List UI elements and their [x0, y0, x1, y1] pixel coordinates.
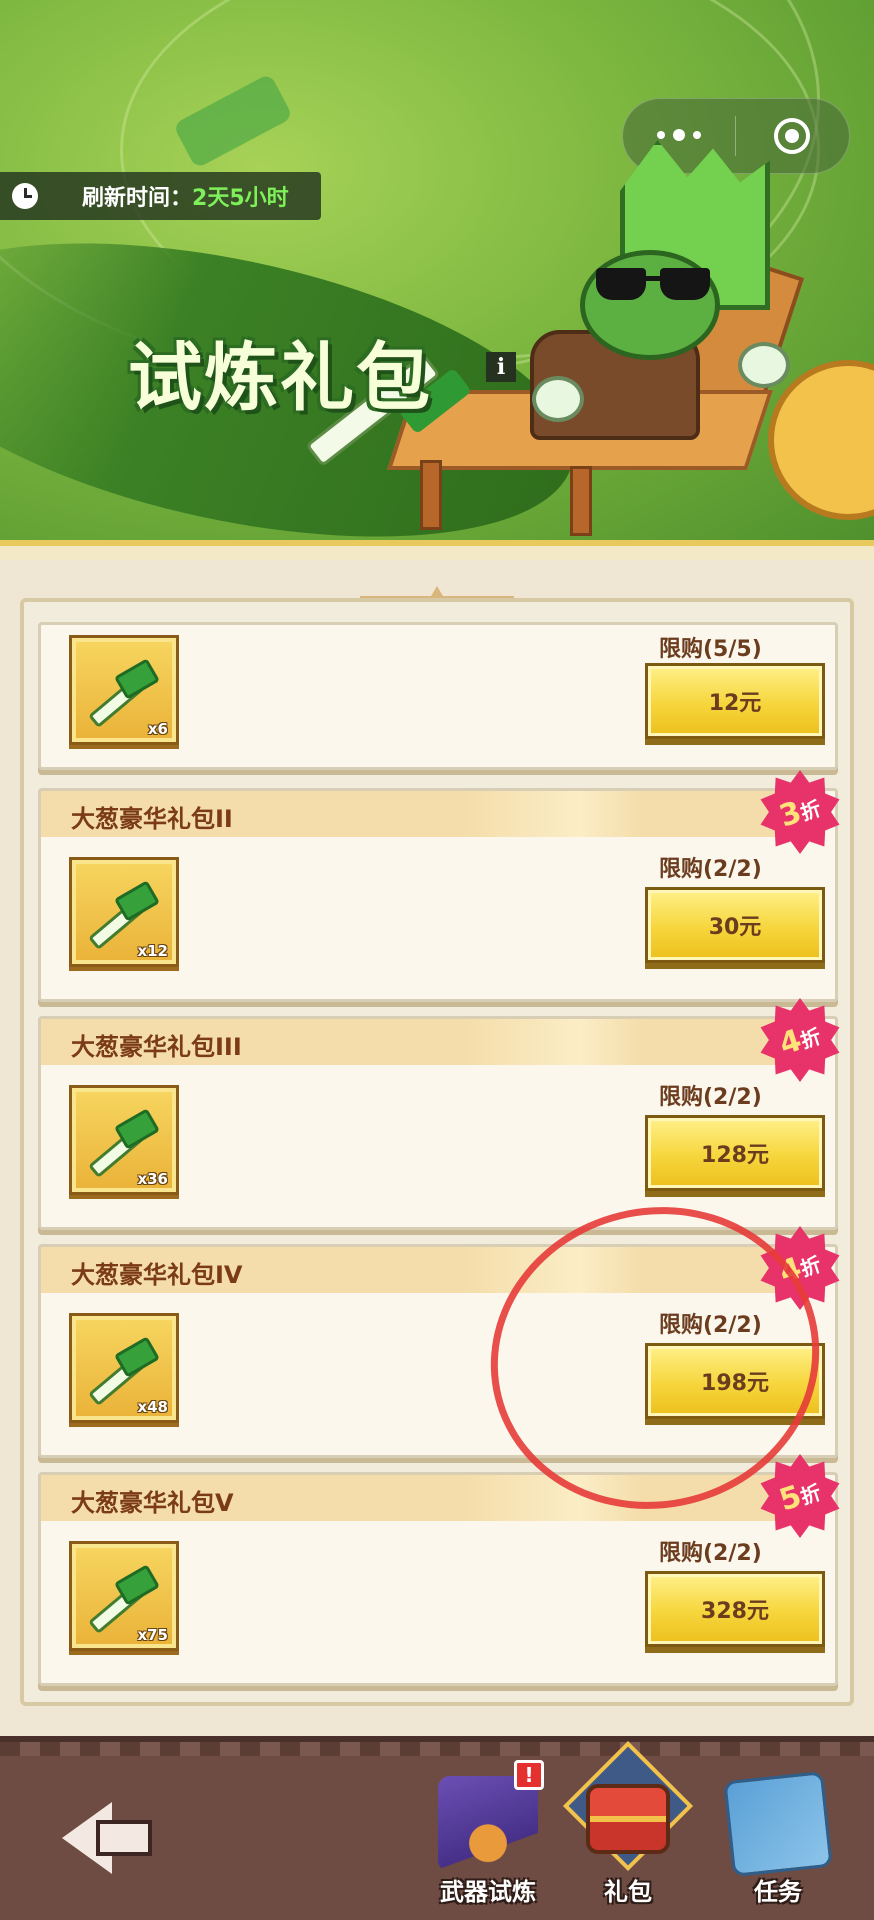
item-quantity: x6 — [147, 720, 168, 738]
pack-card: 大葱豪华礼包V x75 限购(2/2) 328元 — [38, 1472, 838, 1686]
purchase-limit: 限购(2/2) — [659, 1085, 762, 1110]
alert-badge: ! — [514, 1760, 544, 1790]
back-arrow-button[interactable] — [62, 1802, 154, 1874]
purchase-limit: 限购(5/5) — [659, 637, 762, 662]
pack-title: 大葱豪华礼包II — [71, 805, 233, 833]
item-quantity: x12 — [137, 942, 168, 960]
buy-button[interactable]: 12元 — [645, 663, 825, 739]
pack-header: 大葱豪华礼包III — [41, 1019, 811, 1065]
sunglasses-icon — [596, 268, 714, 302]
refresh-value: 2天5小时 — [192, 186, 289, 211]
item-slot[interactable]: x36 — [69, 1085, 179, 1195]
purchase-limit: 限购(2/2) — [659, 1541, 762, 1566]
banner: 刷新时间： 2天5小时 试炼礼包 i — [0, 0, 874, 560]
pack-header: 大葱豪华礼包II — [41, 791, 811, 837]
mascot-hand — [738, 342, 790, 388]
leek-icon — [84, 658, 160, 730]
chair-leg — [570, 466, 592, 536]
close-target-icon[interactable] — [736, 118, 848, 154]
nav-label: 武器试炼 — [440, 1878, 536, 1906]
pack-card: 大葱豪华礼包III x36 限购(2/2) 128元 — [38, 1016, 838, 1230]
discount-badge: 3折 — [758, 770, 842, 854]
pack-title: 大葱豪华礼包III — [71, 1033, 242, 1061]
chair-leg — [420, 460, 442, 530]
item-slot[interactable]: x48 — [69, 1313, 179, 1423]
treasure-chest-icon — [586, 1784, 670, 1854]
clock-icon — [12, 183, 38, 209]
buy-button[interactable]: 30元 — [645, 887, 825, 963]
item-quantity: x36 — [137, 1170, 168, 1188]
purchase-limit: 限购(2/2) — [659, 857, 762, 882]
item-slot[interactable]: x6 — [69, 635, 179, 745]
discount-badge: 4折 — [758, 998, 842, 1082]
straw-hat-icon — [768, 360, 874, 520]
buy-button[interactable]: 328元 — [645, 1571, 825, 1647]
banner-border — [0, 540, 874, 560]
witch-hat-icon — [438, 1776, 538, 1872]
bottom-nav: 武器试炼 礼包 任务 — [0, 1736, 874, 1920]
refresh-timer: 刷新时间： 2天5小时 — [0, 172, 321, 220]
mascot-head — [580, 250, 720, 360]
item-slot[interactable]: x12 — [69, 857, 179, 967]
more-menu-icon[interactable] — [623, 129, 735, 141]
quest-map-icon — [723, 1771, 833, 1877]
nav-quest[interactable]: 任务 — [718, 1766, 838, 1916]
item-quantity: x48 — [137, 1398, 168, 1416]
discount-badge: 5折 — [758, 1454, 842, 1538]
refresh-label: 刷新时间： — [82, 186, 193, 211]
item-quantity: x75 — [137, 1626, 168, 1644]
nav-gift-pack[interactable]: 礼包 — [562, 1740, 694, 1916]
nav-label: 礼包 — [604, 1878, 652, 1906]
pack-card: x6 限购(5/5) 12元 — [38, 622, 838, 770]
pack-title: 大葱豪华礼包V — [71, 1489, 234, 1517]
buy-button[interactable]: 128元 — [645, 1115, 825, 1191]
mascot-hand — [532, 376, 584, 422]
nav-label: 任务 — [754, 1878, 802, 1906]
item-slot[interactable]: x75 — [69, 1541, 179, 1651]
page-title: 试炼礼包 — [128, 335, 432, 421]
pack-title: 大葱豪华礼包IV — [71, 1261, 243, 1289]
pack-list[interactable]: x6 限购(5/5) 12元 大葱豪华礼包II x12 限购(2/2) 30元 … — [20, 598, 854, 1706]
info-button[interactable]: i — [486, 352, 516, 382]
pack-card: 大葱豪华礼包II x12 限购(2/2) 30元 — [38, 788, 838, 1002]
